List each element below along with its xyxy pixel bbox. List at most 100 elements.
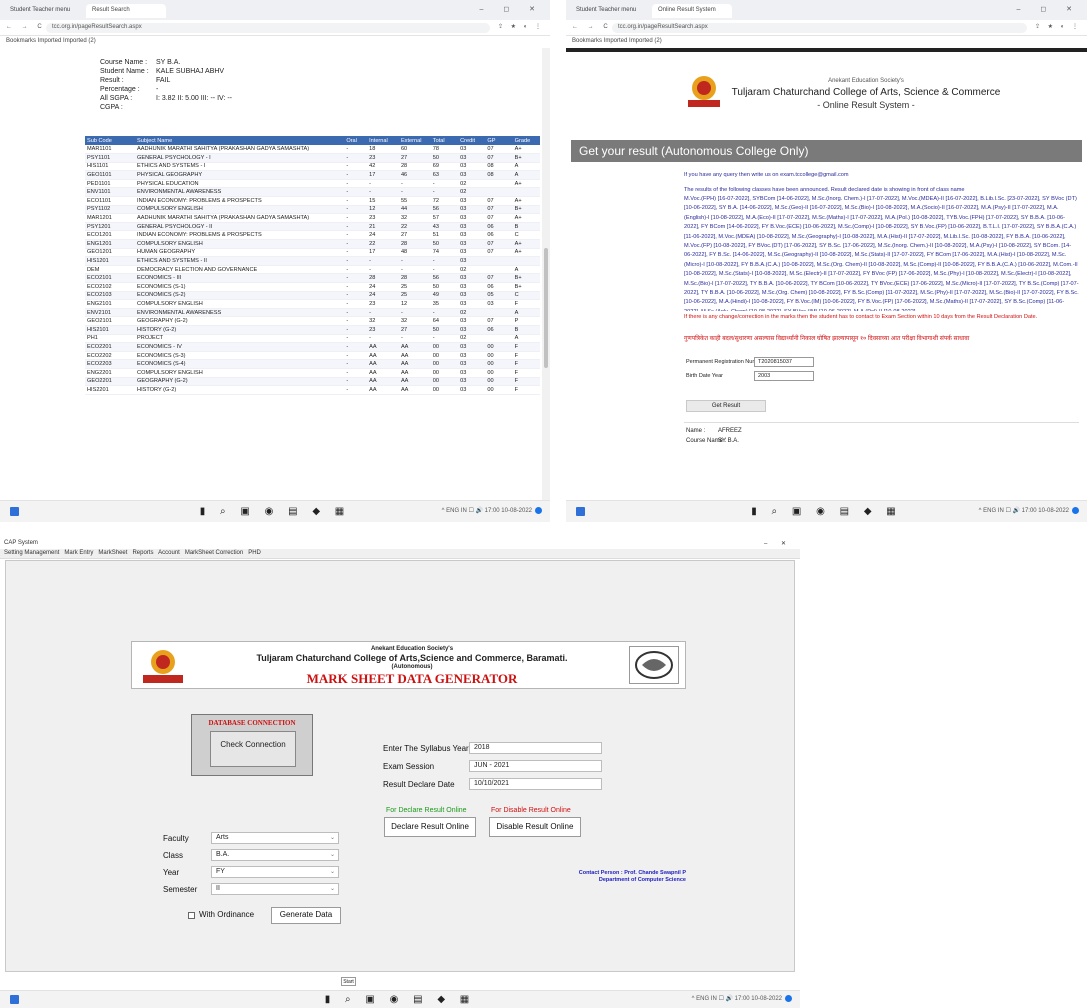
- column-header[interactable]: Internal: [367, 136, 399, 145]
- table-cell: AA: [398, 351, 431, 361]
- table-cell: 51: [430, 230, 459, 241]
- windows-start-icon[interactable]: [10, 995, 19, 1004]
- menu-mark-entry[interactable]: Mark Entry: [64, 550, 93, 556]
- session-label: Exam Session: [383, 762, 435, 771]
- extensions-icon[interactable]: ⇪ ★ ◐ ⋮: [498, 23, 544, 30]
- tab-online-result[interactable]: Online Result System: [652, 4, 732, 18]
- table-cell: [485, 256, 513, 266]
- url-input[interactable]: tcc.org.in/pageResultSearch.aspx: [612, 23, 1027, 33]
- url-input[interactable]: tcc.org.in/pageResultSearch.aspx: [46, 23, 490, 33]
- table-cell: 56: [430, 205, 459, 215]
- class-select[interactable]: B.A. ⌄: [211, 849, 339, 861]
- window-controls[interactable]: – ✕: [764, 540, 792, 547]
- column-header[interactable]: Sub Code: [85, 136, 136, 145]
- table-cell: COMPULSORY ENGLISH: [135, 299, 345, 309]
- table-cell: HISTORY (G-2): [135, 385, 345, 395]
- class-list[interactable]: M.Voc.(FPH) [16-07-2022], SYBCom [14-06-…: [684, 195, 1079, 311]
- start-button[interactable]: Start: [341, 977, 356, 986]
- table-cell: ECO2101: [85, 273, 136, 283]
- taskbar-apps-icon[interactable]: ▮ ⌕ ▣ ◉ ▤ ◆ ▦: [751, 506, 902, 517]
- table-cell: 00: [430, 377, 459, 387]
- notification-icon[interactable]: [535, 507, 542, 514]
- get-result-button[interactable]: Get Result: [686, 400, 766, 412]
- check-connection-button[interactable]: Check Connection: [210, 731, 296, 767]
- table-cell: -: [344, 265, 368, 275]
- bookmarks-bar[interactable]: Bookmarks Imported Imported (2): [566, 36, 1087, 48]
- table-cell: 02: [458, 187, 486, 198]
- table-row: PED1101 PHYSICAL EDUCATION - - - -02 A+: [85, 179, 540, 189]
- query-link[interactable]: If you have any query then write us on e…: [684, 171, 1064, 180]
- table-cell: -: [344, 368, 368, 378]
- table-cell: 03: [458, 273, 486, 283]
- table-cell: HIS1201: [85, 256, 136, 266]
- menu-account[interactable]: Account: [158, 550, 180, 556]
- window-controls[interactable]: – ◻ ✕: [480, 5, 544, 13]
- syllabus-input[interactable]: 2018: [469, 742, 602, 754]
- ordinance-checkbox[interactable]: [188, 912, 195, 919]
- declare-result-button[interactable]: Declare Result Online: [384, 817, 476, 837]
- student-field: All SGPA : I: 3.82 II: 5.00 III: -- IV: -…: [100, 94, 430, 103]
- menu-reports[interactable]: Reports: [132, 550, 153, 556]
- table-cell: 27: [398, 153, 431, 163]
- notification-icon[interactable]: [785, 995, 792, 1002]
- system-tray[interactable]: ^ ENG IN ☐ 🔊 17:00 10-08-2022: [979, 507, 1079, 514]
- prn-input[interactable]: T2020815037: [754, 357, 814, 367]
- nav-arrows-icon[interactable]: ← → C: [572, 24, 612, 30]
- notification-icon[interactable]: [1072, 507, 1079, 514]
- table-cell: A+: [512, 145, 540, 155]
- tab-student-teacher[interactable]: Student Teacher menu: [570, 4, 650, 18]
- table-cell: C: [512, 230, 540, 241]
- menu-phd[interactable]: PHD: [248, 550, 261, 556]
- tab-student-teacher[interactable]: Student Teacher menu: [4, 4, 84, 18]
- taskbar-apps-icon[interactable]: ▮ ⌕ ▣ ◉ ▤ ◆ ▦: [325, 994, 476, 1005]
- college-logo: [140, 647, 186, 685]
- window-controls[interactable]: – ◻ ✕: [1017, 5, 1081, 13]
- column-header[interactable]: External: [398, 136, 431, 145]
- table-cell: AA: [367, 368, 399, 378]
- semester-select[interactable]: II ⌄: [211, 883, 339, 895]
- table-cell: ECONOMICS (S-2): [135, 291, 345, 301]
- faculty-select[interactable]: Arts ⌄: [211, 832, 339, 844]
- column-header[interactable]: Credit: [458, 136, 486, 145]
- disable-result-button[interactable]: Disable Result Online: [489, 817, 581, 837]
- extensions-icon[interactable]: ⇪ ★ ◐ ⋮: [1035, 23, 1081, 30]
- system-tray[interactable]: ^ ENG IN ☐ 🔊 17:00 10-08-2022: [692, 995, 792, 1002]
- table-cell: MAR1201: [85, 213, 136, 223]
- column-header[interactable]: Subject Name: [135, 136, 345, 145]
- table-row: GEO2201 GEOGRAPHY (G-2) - AA AA 00 03 00 F: [85, 377, 540, 387]
- table-cell: PSY1102: [85, 205, 136, 215]
- table-row: ECO1101 INDIAN ECONOMY: PROBLEMS & PROSPE…: [85, 196, 540, 206]
- scroll-thumb[interactable]: [544, 248, 548, 368]
- system-tray[interactable]: ^ ENG IN ☐ 🔊 17:00 10-08-2022: [442, 507, 542, 514]
- column-header[interactable]: Grade: [512, 136, 540, 145]
- year-select[interactable]: FY ⌄: [211, 866, 339, 878]
- table-cell: -: [344, 230, 368, 241]
- session-input[interactable]: JUN - 2021: [469, 760, 602, 772]
- windows-start-icon[interactable]: [10, 507, 19, 516]
- column-header[interactable]: GP: [485, 136, 513, 145]
- menu-setting-management[interactable]: Setting Management: [4, 550, 59, 556]
- tab-result-search[interactable]: Result Search: [86, 4, 166, 18]
- table-cell: 03: [458, 342, 486, 352]
- field-value: I: 3.82 II: 5.00 III: -- IV: --: [156, 95, 232, 102]
- table-cell: 07: [485, 316, 513, 326]
- windows-start-icon[interactable]: [576, 507, 585, 516]
- table-cell: INDIAN ECONOMY: PROBLEMS & PROSPECTS: [135, 230, 345, 241]
- generate-data-button[interactable]: Generate Data: [271, 907, 341, 924]
- scrollbar[interactable]: [542, 48, 550, 500]
- column-header[interactable]: Total: [430, 136, 459, 145]
- column-header[interactable]: Oral: [344, 136, 368, 145]
- declare-date-input[interactable]: 10/10/2021: [469, 778, 602, 790]
- table-cell: -: [430, 334, 459, 344]
- dob-input[interactable]: 2003: [754, 371, 814, 381]
- table-cell: ENG2201: [85, 368, 136, 378]
- table-cell: -: [344, 187, 368, 198]
- nav-arrows-icon[interactable]: ← → C: [6, 24, 46, 30]
- table-cell: 03: [458, 291, 486, 301]
- table-cell: [485, 308, 513, 318]
- taskbar-apps-icon[interactable]: ▮ ⌕ ▣ ◉ ▤ ◆ ▦: [200, 506, 351, 517]
- table-cell: B: [512, 325, 540, 335]
- menu-marksheet-correction[interactable]: MarkSheet Correction: [185, 550, 243, 556]
- bookmarks-bar[interactable]: Bookmarks Imported Imported (2): [0, 36, 550, 48]
- menu-marksheet[interactable]: MarkSheet: [98, 550, 127, 556]
